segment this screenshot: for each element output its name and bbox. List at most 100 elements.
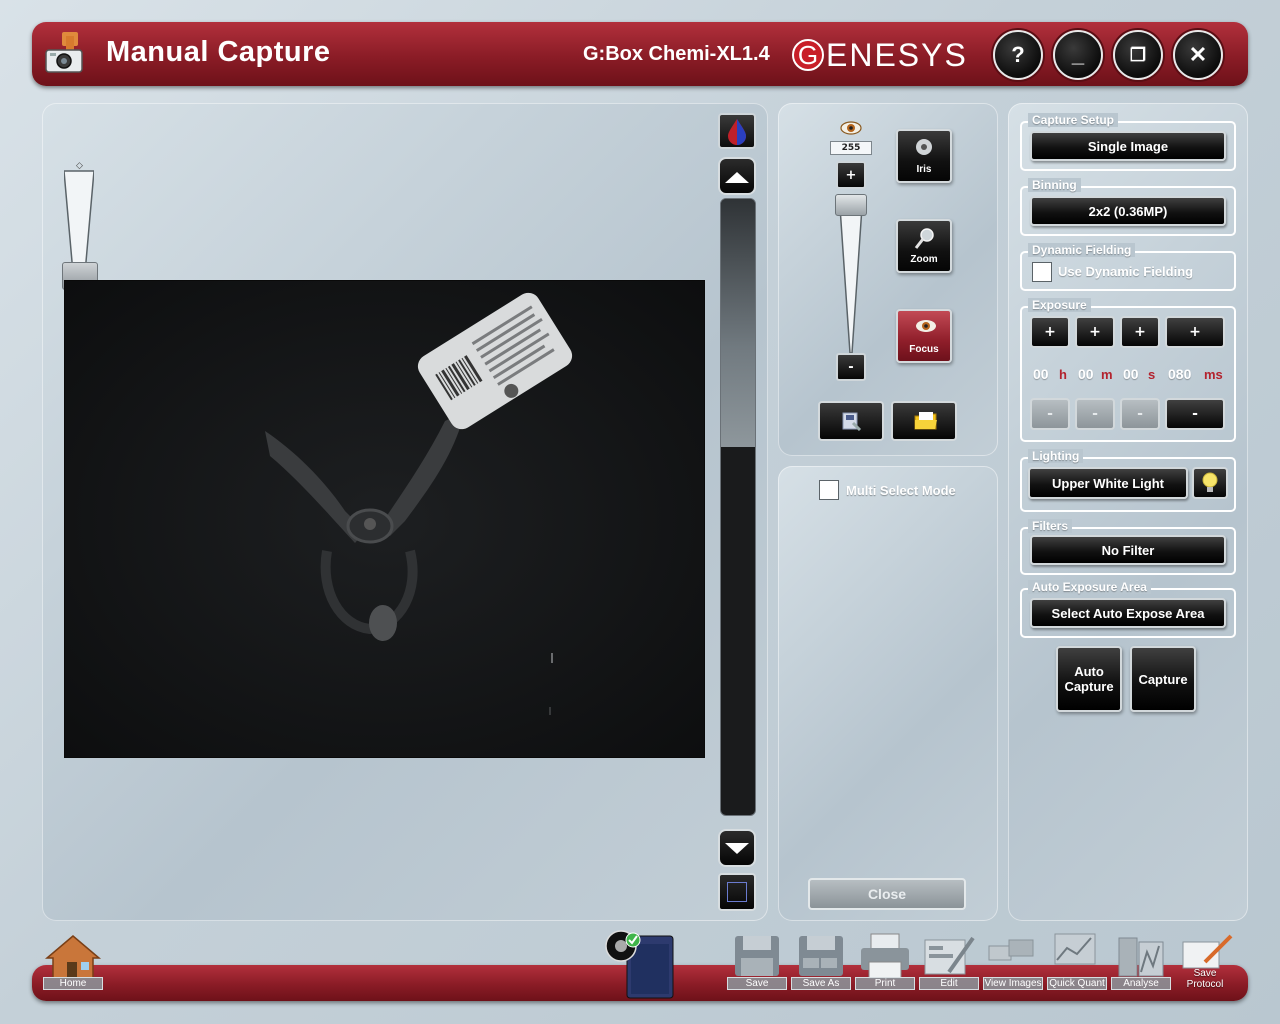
- analyse-label: Analyse: [1111, 977, 1171, 990]
- close-panel-button[interactable]: Close: [808, 878, 966, 910]
- milliseconds-increase-button[interactable]: +: [1165, 316, 1225, 348]
- home-icon: [44, 935, 102, 979]
- select-auto-expose-area-button[interactable]: Select Auto Expose Area: [1030, 598, 1226, 628]
- dynamic-fielding-option: Use Dynamic Fielding: [1058, 264, 1194, 279]
- multi-select-checkbox[interactable]: [819, 480, 839, 500]
- scroll-down-button[interactable]: [718, 829, 756, 867]
- edit-button[interactable]: Edit: [919, 932, 979, 992]
- iris-icon: [916, 139, 932, 155]
- binning-group: Binning 2x2 (0.36MP): [1020, 178, 1236, 236]
- focus-button[interactable]: Focus: [896, 309, 952, 363]
- capture-setup-select[interactable]: Single Image: [1030, 131, 1226, 161]
- view-images-button[interactable]: View Images: [983, 932, 1043, 992]
- save-button[interactable]: Save: [727, 932, 787, 992]
- multi-select-label: Multi Select Mode: [846, 483, 956, 498]
- filter-select[interactable]: No Filter: [1030, 535, 1226, 565]
- iris-slider-thumb[interactable]: [835, 194, 867, 216]
- view-images-label: View Images: [983, 977, 1043, 990]
- print-label: Print: [855, 977, 915, 990]
- quick-quant-icon: [1054, 933, 1096, 965]
- captured-image[interactable]: [64, 280, 705, 758]
- close-button[interactable]: ✕: [1173, 30, 1223, 80]
- zoom-label: Zoom: [910, 254, 938, 265]
- iris-increase-button[interactable]: +: [836, 161, 866, 189]
- save-protocol-label: Save Protocol: [1186, 968, 1224, 990]
- minutes-increase-button[interactable]: +: [1075, 316, 1115, 348]
- exposure-group: Exposure + + + + 00 h 00 m 00 s 080 ms -…: [1020, 298, 1236, 442]
- edit-icon: [924, 936, 975, 975]
- analyse-icon: [1118, 937, 1164, 977]
- capture-button[interactable]: Capture: [1130, 646, 1196, 712]
- auto-capture-button[interactable]: Auto Capture: [1056, 646, 1122, 712]
- edit-label: Edit: [919, 977, 979, 990]
- exposure-hours[interactable]: 00: [1033, 366, 1049, 382]
- focus-eye-icon: [916, 320, 936, 332]
- printer-icon: [861, 933, 909, 979]
- exposure-minutes[interactable]: 00: [1078, 366, 1094, 382]
- home-button[interactable]: Home: [43, 932, 103, 992]
- auto-exposure-area-group: Auto Exposure Area Select Auto Expose Ar…: [1020, 580, 1236, 638]
- iris-button[interactable]: Iris: [896, 129, 952, 183]
- view-images-icon: [988, 939, 1034, 961]
- multi-select-panel: Multi Select Mode Close: [778, 466, 998, 921]
- lighting-label: Lighting: [1028, 449, 1084, 463]
- hours-unit: h: [1059, 367, 1067, 382]
- zoom-scrollbar[interactable]: [720, 198, 756, 816]
- exposure-seconds[interactable]: 00: [1123, 366, 1139, 382]
- seconds-increase-button[interactable]: +: [1120, 316, 1160, 348]
- save-as-label: Save As: [791, 977, 851, 990]
- light-toggle-button[interactable]: [1192, 467, 1228, 499]
- hours-decrease-button[interactable]: -: [1030, 398, 1070, 430]
- iris-value: 255: [830, 141, 872, 155]
- scroll-up-button[interactable]: [718, 157, 756, 195]
- binning-label: Binning: [1028, 178, 1081, 192]
- iris-slider-track[interactable]: [836, 205, 866, 355]
- home-label: Home: [43, 977, 103, 990]
- milliseconds-decrease-button[interactable]: -: [1165, 398, 1225, 430]
- frame-icon: [727, 882, 747, 902]
- open-settings-button[interactable]: [891, 401, 957, 441]
- capture-setup-label: Capture Setup: [1028, 113, 1119, 127]
- minimize-button[interactable]: _: [1053, 30, 1103, 80]
- fit-to-window-button[interactable]: [718, 873, 756, 911]
- focus-label: Focus: [909, 344, 939, 355]
- genesys-logo: G ENESYS: [792, 36, 968, 74]
- binning-select[interactable]: 2x2 (0.36MP): [1030, 196, 1226, 226]
- milliseconds-unit: ms: [1204, 367, 1223, 382]
- quick-quant-label: Quick Quant: [1047, 977, 1107, 990]
- filters-group: Filters No Filter: [1020, 519, 1236, 575]
- dynamic-fielding-checkbox[interactable]: [1032, 262, 1052, 282]
- help-button[interactable]: ?: [993, 30, 1043, 80]
- save-protocol-button[interactable]: Save Protocol: [1175, 932, 1235, 992]
- device-model: G:Box Chemi-XL1.4: [583, 43, 770, 65]
- capture-settings-panel: Capture Setup Single Image Binning 2x2 (…: [1008, 103, 1248, 921]
- seconds-unit: s: [1148, 367, 1156, 382]
- hours-increase-button[interactable]: +: [1030, 316, 1070, 348]
- minutes-unit: m: [1101, 367, 1113, 382]
- iris-decrease-button[interactable]: -: [836, 353, 866, 381]
- quick-quant-button[interactable]: Quick Quant: [1047, 932, 1107, 992]
- exposure-milliseconds[interactable]: 080: [1168, 366, 1191, 382]
- zoom-button[interactable]: Zoom: [896, 219, 952, 273]
- analyse-button[interactable]: Analyse: [1111, 932, 1171, 992]
- save-as-icon: [799, 936, 843, 976]
- image-viewer-panel: ◇ -: [42, 103, 768, 921]
- save-settings-button[interactable]: [818, 401, 884, 441]
- save-protocol-icon: [1182, 934, 1233, 969]
- auto-exposure-area-label: Auto Exposure Area: [1028, 580, 1151, 594]
- light-bulb-icon: [1202, 472, 1218, 492]
- lighting-select[interactable]: Upper White Light: [1028, 467, 1188, 499]
- restore-button[interactable]: ❐: [1113, 30, 1163, 80]
- seconds-decrease-button[interactable]: -: [1120, 398, 1160, 430]
- camera-ready-icon: [605, 930, 674, 999]
- iris-label: Iris: [916, 164, 932, 175]
- save-as-button[interactable]: Save As: [791, 932, 851, 992]
- logo-text: ENESYS: [826, 36, 968, 73]
- dynamic-fielding-label: Dynamic Fielding: [1028, 243, 1136, 257]
- exposure-label: Exposure: [1028, 298, 1091, 312]
- minutes-decrease-button[interactable]: -: [1075, 398, 1115, 430]
- color-palette-button[interactable]: [718, 113, 756, 149]
- print-button[interactable]: Print: [855, 932, 915, 992]
- eye-icon: [840, 121, 862, 135]
- zoom-scrollbar-fill: [721, 199, 755, 447]
